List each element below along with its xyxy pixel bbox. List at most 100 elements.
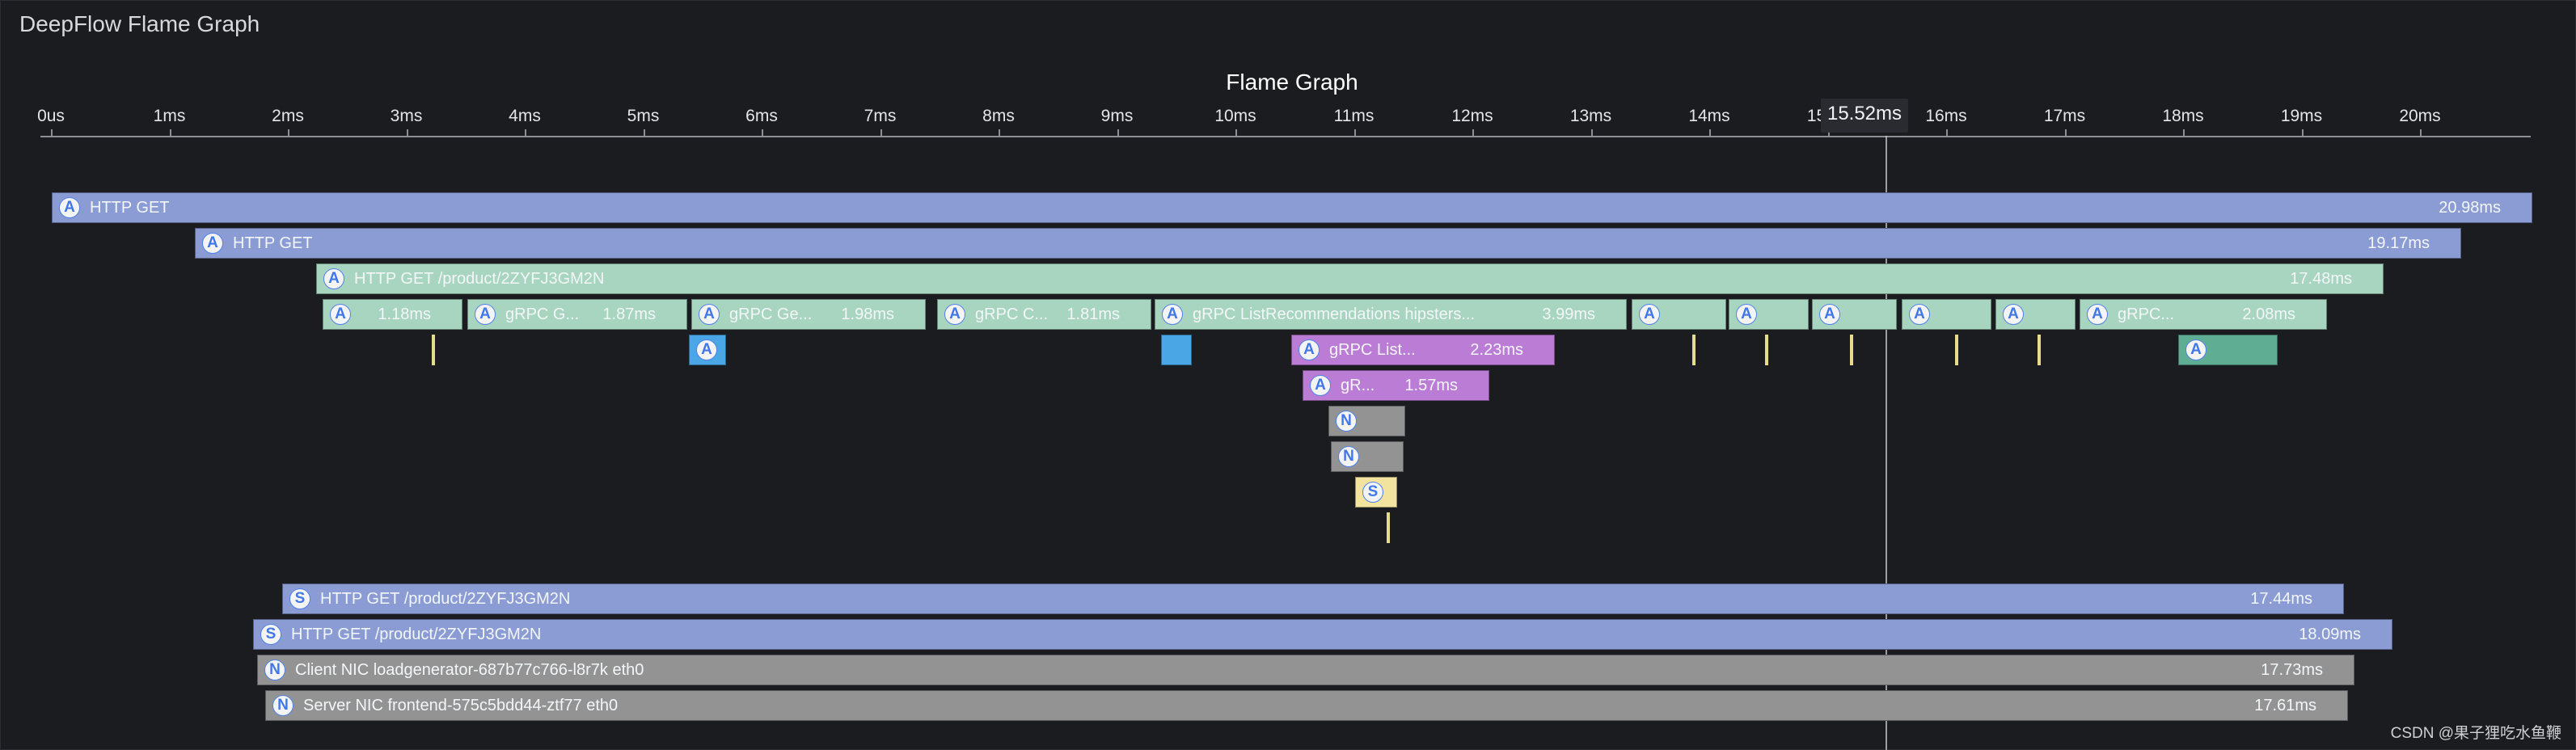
- span-duration: 18.09ms: [2299, 626, 2361, 643]
- span-label: HTTP GET /product/2ZYFJ3GM2N: [291, 626, 542, 643]
- axis-tick: [880, 129, 882, 136]
- span-label: Server NIC frontend-575c5bdd44-ztf77 eth…: [303, 697, 619, 714]
- tiny-span-marker[interactable]: [2038, 335, 2041, 365]
- tiny-span-marker[interactable]: [1387, 512, 1390, 543]
- axis-tick-label: 1ms: [153, 107, 186, 125]
- span-type-icon: A: [1819, 304, 1840, 325]
- span-bar[interactable]: A: [1632, 299, 1726, 330]
- span-bar[interactable]: AgR... 1.57ms: [1303, 370, 1489, 401]
- axis-tick: [169, 129, 171, 136]
- span-bar[interactable]: AgRPC C... 1.81ms: [937, 299, 1151, 330]
- span-label: HTTP GET /product/2ZYFJ3GM2N: [320, 590, 571, 608]
- span-type-icon: A: [1639, 304, 1660, 325]
- axis-tick: [51, 129, 53, 136]
- span-duration: 1.81ms: [1066, 305, 1120, 323]
- span-bar[interactable]: AgRPC... 2.08ms: [2080, 299, 2327, 330]
- axis-tick: [1472, 129, 1474, 136]
- axis-tick: [2064, 129, 2067, 136]
- span-type-icon: A: [944, 304, 965, 325]
- span-type-icon: A: [1162, 304, 1183, 325]
- span-type-icon: A: [1909, 304, 1930, 325]
- axis-tick-label: 4ms: [509, 107, 541, 125]
- axis-tick: [525, 129, 526, 136]
- axis-tick: [2301, 129, 2304, 136]
- span-label: gR...: [1341, 377, 1375, 394]
- time-axis: [40, 136, 2531, 137]
- tiny-span-marker[interactable]: [1850, 335, 1853, 365]
- span-bar[interactable]: A: [1902, 299, 1991, 330]
- axis-tick-label: 8ms: [982, 107, 1015, 125]
- span-duration: 1.57ms: [1404, 377, 1458, 394]
- span-bar[interactable]: N: [1328, 406, 1405, 436]
- span-bar[interactable]: A: [1812, 299, 1897, 330]
- tiny-span-marker[interactable]: [1955, 335, 1958, 365]
- axis-tick: [1235, 129, 1237, 136]
- span-bar[interactable]: AgRPC ListRecommendations hipsters... 3.9…: [1155, 299, 1627, 330]
- span-type-icon: A: [2087, 304, 2108, 325]
- span-bar[interactable]: A HTTP GET 20.98ms: [52, 192, 2532, 223]
- span-bar[interactable]: A: [689, 335, 726, 365]
- span-bar[interactable]: A HTTP GET /product/2ZYFJ3GM2N 17.48ms: [316, 263, 2384, 294]
- axis-tick-label: 5ms: [627, 107, 660, 125]
- axis-tick-label: 20ms: [2399, 107, 2441, 125]
- span-duration: 2.08ms: [2242, 305, 2295, 323]
- axis-tick: [1946, 129, 1948, 136]
- span-bar[interactable]: S HTTP GET /product/2ZYFJ3GM2N 17.44ms: [282, 584, 2344, 614]
- axis-tick-label: 18ms: [2162, 107, 2204, 125]
- axis-tick-label: 13ms: [1569, 107, 1612, 125]
- span-bar[interactable]: [1161, 335, 1192, 365]
- span-type-icon: A: [2185, 339, 2206, 360]
- tiny-span-marker[interactable]: [1765, 335, 1768, 365]
- span-type-icon: N: [1338, 446, 1359, 467]
- span-bar[interactable]: S: [1355, 477, 1397, 508]
- span-bar[interactable]: A: [1995, 299, 2076, 330]
- span-type-icon: A: [1299, 339, 1320, 360]
- tiny-span-marker[interactable]: [1692, 335, 1696, 365]
- span-type-icon: N: [272, 695, 293, 716]
- span-bar[interactable]: N Client NIC loadgenerator-687b77c766-l8r…: [257, 655, 2354, 685]
- chart-title: Flame Graph: [1226, 70, 1358, 95]
- span-type-icon: A: [323, 268, 344, 289]
- span-bar[interactable]: A: [1729, 299, 1809, 330]
- span-duration: 17.61ms: [2254, 697, 2316, 714]
- axis-tick: [1709, 129, 1711, 136]
- axis-tick-label: 6ms: [745, 107, 778, 125]
- axis-tick: [1353, 129, 1356, 136]
- axis-tick: [1590, 129, 1593, 136]
- axis-tick: [643, 129, 645, 136]
- span-duration: 20.98ms: [2439, 199, 2501, 217]
- cursor-time-label: 15.52ms: [1820, 99, 1909, 133]
- span-bar[interactable]: N Server NIC frontend-575c5bdd44-ztf77 et…: [265, 690, 2348, 721]
- axis-tick-label: 7ms: [864, 107, 897, 125]
- span-bar[interactable]: AgRPC List... 2.23ms: [1291, 335, 1555, 365]
- span-bar[interactable]: S HTTP GET /product/2ZYFJ3GM2N 18.09ms: [253, 619, 2392, 650]
- span-label: gRPC G...: [505, 305, 580, 323]
- span-type-icon: N: [1336, 411, 1357, 432]
- span-label: HTTP GET /product/2ZYFJ3GM2N: [354, 270, 605, 288]
- span-bar[interactable]: A 1.18ms: [323, 299, 462, 330]
- span-type-icon: S: [1362, 482, 1383, 503]
- axis-tick-label: 12ms: [1451, 107, 1493, 125]
- span-duration: 17.44ms: [2250, 590, 2312, 608]
- span-bar[interactable]: A: [2178, 335, 2278, 365]
- span-label: gRPC ListRecommendations hipsters...: [1193, 305, 1476, 323]
- span-bar[interactable]: AgRPC G... 1.87ms: [467, 299, 687, 330]
- span-duration: 1.87ms: [602, 305, 656, 323]
- span-duration: 3.99ms: [1542, 305, 1595, 323]
- axis-tick: [762, 129, 763, 136]
- span-bar[interactable]: N: [1331, 441, 1404, 472]
- span-label: gRPC Ge...: [729, 305, 813, 323]
- span-label: gRPC List...: [1329, 341, 1416, 359]
- axis-tick-label: 2ms: [272, 107, 304, 125]
- span-type-icon: A: [2003, 304, 2024, 325]
- tiny-span-marker[interactable]: [432, 335, 435, 365]
- axis-tick-label: 19ms: [2280, 107, 2323, 125]
- span-bar[interactable]: AgRPC Ge... 1.98ms: [691, 299, 926, 330]
- span-duration: 1.18ms: [378, 305, 431, 323]
- span-duration: 1.98ms: [841, 305, 894, 323]
- span-type-icon: A: [699, 304, 720, 325]
- span-bar[interactable]: A HTTP GET 19.17ms: [195, 228, 2461, 259]
- axis-tick: [406, 129, 408, 136]
- axis-tick: [288, 129, 289, 136]
- span-type-icon: A: [1310, 375, 1331, 396]
